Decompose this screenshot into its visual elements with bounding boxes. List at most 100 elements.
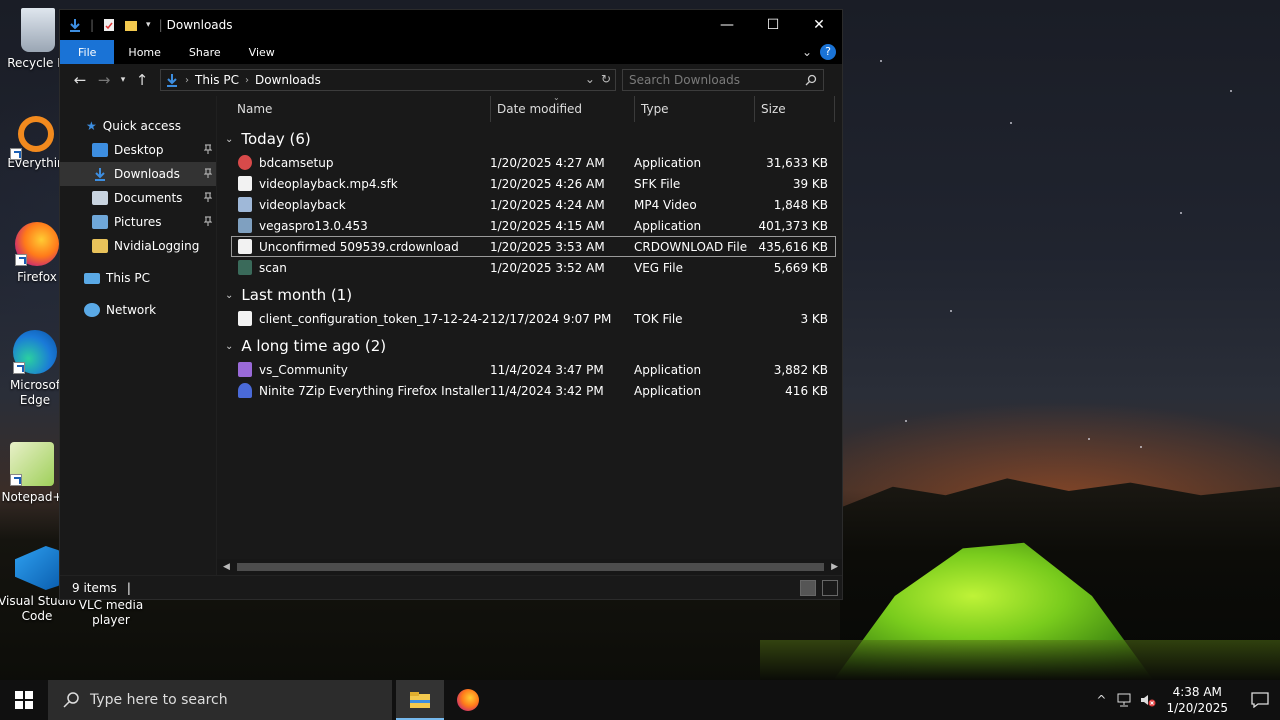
network-status-icon[interactable]: [1116, 693, 1132, 707]
sidebar-item-desktop[interactable]: Desktop: [60, 138, 216, 162]
visual-studio-installer-icon: [238, 362, 252, 377]
taskbar: Type here to search ^ 4:38 AM 1/20/2025: [0, 680, 1280, 720]
title-bar: | ▾ | Downloads — ☐ ✕: [60, 10, 842, 40]
breadcrumb-this-pc[interactable]: This PC: [195, 73, 239, 87]
file-row[interactable]: vegaspro13.0.453 1/20/2025 4:15 AM Appli…: [231, 215, 836, 236]
minimize-button[interactable]: —: [704, 10, 750, 40]
clock[interactable]: 4:38 AM 1/20/2025: [1166, 684, 1228, 716]
search-icon: [63, 692, 79, 708]
desktop-folder-icon: [92, 143, 108, 157]
file-row[interactable]: videoplayback.mp4.sfk 1/20/2025 4:26 AM …: [231, 173, 836, 194]
up-button[interactable]: ↑: [130, 68, 154, 92]
file-row[interactable]: Ninite 7Zip Everything Firefox Installer…: [231, 380, 836, 401]
network-icon: [84, 303, 100, 317]
sidebar-item-nvidialogging[interactable]: NvidiaLogging: [60, 234, 216, 258]
column-headers: Name Date modified ⌄ Type Size: [231, 93, 842, 122]
taskbar-file-explorer[interactable]: [396, 680, 444, 720]
video-file-icon: [238, 197, 252, 212]
documents-folder-icon: [92, 191, 108, 205]
window-title: Downloads: [166, 18, 233, 32]
show-hidden-icons-chevron-icon[interactable]: ^: [1096, 693, 1106, 707]
column-size[interactable]: Size: [755, 96, 835, 122]
help-icon[interactable]: ?: [820, 44, 836, 60]
grass-foreground: [760, 640, 1280, 680]
search-input[interactable]: [629, 73, 789, 87]
collapse-chevron-icon: ⌄: [225, 133, 234, 145]
search-box[interactable]: [622, 69, 824, 91]
vegas-installer-icon: [238, 218, 252, 233]
navigation-pane: ★ Quick access Desktop Downloads Documen…: [60, 96, 216, 575]
customize-toolbar-chevron-icon[interactable]: ▾: [146, 20, 151, 30]
windows-logo-icon: [15, 691, 33, 709]
action-center-button[interactable]: [1240, 680, 1280, 720]
folder-icon: [92, 239, 108, 253]
sidebar-item-documents[interactable]: Documents: [60, 186, 216, 210]
taskbar-firefox[interactable]: [444, 680, 492, 720]
file-row[interactable]: client_configuration_token_17-12-24-21-.…: [231, 308, 836, 329]
notepad-plus-plus-icon: [10, 442, 54, 486]
refresh-icon[interactable]: ↻: [601, 72, 611, 86]
desktop-icon-vlc[interactable]: VLC media player: [71, 598, 151, 628]
search-icon: [805, 74, 817, 86]
file-row[interactable]: vs_Community 11/4/2024 3:47 PM Applicati…: [231, 359, 836, 380]
file-explorer-icon: [410, 692, 430, 708]
group-header-long-time-ago[interactable]: ⌄ A long time ago (2): [217, 333, 842, 359]
start-button[interactable]: [0, 680, 48, 720]
group-header-today[interactable]: ⌄ Today (6): [217, 126, 842, 152]
sidebar-item-downloads[interactable]: Downloads: [60, 162, 216, 186]
address-history-chevron-icon[interactable]: ⌄: [585, 72, 595, 86]
sidebar-item-quick-access[interactable]: ★ Quick access: [60, 114, 216, 138]
column-name[interactable]: Name: [231, 96, 491, 122]
sidebar-item-pictures[interactable]: Pictures: [60, 210, 216, 234]
column-type[interactable]: Type: [635, 96, 755, 122]
file-row[interactable]: videoplayback 1/20/2025 4:24 AM MP4 Vide…: [231, 194, 836, 215]
recent-locations-chevron-icon[interactable]: ▾: [116, 68, 130, 92]
sidebar-item-this-pc[interactable]: This PC: [60, 266, 216, 290]
tab-view[interactable]: View: [235, 40, 289, 64]
pin-icon: [204, 216, 212, 226]
file-row[interactable]: bdcamsetup 1/20/2025 4:27 AM Application…: [231, 152, 836, 173]
pin-icon: [204, 144, 212, 154]
tab-share[interactable]: Share: [175, 40, 235, 64]
new-folder-icon[interactable]: [124, 18, 138, 32]
scroll-right-icon[interactable]: ▶: [831, 562, 838, 572]
file-row-focused[interactable]: Unconfirmed 509539.crdownload 1/20/2025 …: [231, 236, 836, 257]
file-list: Name Date modified ⌄ Type Size ⌄ Today (…: [216, 93, 842, 575]
tab-file[interactable]: File: [60, 40, 115, 64]
large-icons-view-icon[interactable]: [822, 580, 838, 596]
group-header-last-month[interactable]: ⌄ Last month (1): [217, 282, 842, 308]
pictures-folder-icon: [92, 215, 108, 229]
address-bar[interactable]: › This PC › Downloads ⌄ ↻: [160, 69, 616, 91]
firefox-icon: [457, 689, 479, 711]
close-button[interactable]: ✕: [796, 10, 842, 40]
taskbar-search-box[interactable]: Type here to search: [48, 680, 392, 720]
recycle-bin-icon: [21, 8, 55, 52]
horizontal-scrollbar[interactable]: ◀ ▶: [217, 559, 842, 575]
bandicam-installer-icon: [238, 155, 252, 170]
scrollbar-thumb[interactable]: [237, 563, 824, 571]
file-icon: [238, 239, 252, 254]
vscode-icon: [15, 546, 59, 590]
pin-icon: [204, 168, 212, 178]
vegas-project-icon: [238, 260, 252, 275]
ribbon-tabs: File Home Share View ⌄ ?: [60, 40, 842, 64]
everything-search-icon: [10, 116, 54, 160]
maximize-button[interactable]: ☐: [750, 10, 796, 40]
file-row[interactable]: scan 1/20/2025 3:52 AM VEG File 5,669 KB: [231, 257, 836, 278]
breadcrumb-downloads[interactable]: Downloads: [255, 73, 321, 87]
expand-ribbon-chevron-icon[interactable]: ⌄: [802, 45, 812, 59]
tab-home[interactable]: Home: [114, 40, 174, 64]
scroll-left-icon[interactable]: ◀: [223, 562, 230, 572]
item-count: 9 items: [72, 580, 117, 595]
system-tray: ^ 4:38 AM 1/20/2025: [1096, 680, 1280, 720]
column-date-modified[interactable]: Date modified ⌄: [491, 93, 635, 122]
back-button[interactable]: ←: [68, 68, 92, 92]
downloads-arrow-icon: [70, 19, 80, 32]
sidebar-item-network[interactable]: Network: [60, 298, 216, 322]
volume-muted-icon[interactable]: [1140, 693, 1156, 707]
sort-indicator-icon: ⌄: [553, 93, 560, 102]
properties-icon[interactable]: [102, 18, 116, 32]
file-explorer-window: | ▾ | Downloads — ☐ ✕ File Home Share Vi…: [59, 9, 843, 600]
details-view-icon[interactable]: [800, 580, 816, 596]
forward-button[interactable]: →: [92, 68, 116, 92]
